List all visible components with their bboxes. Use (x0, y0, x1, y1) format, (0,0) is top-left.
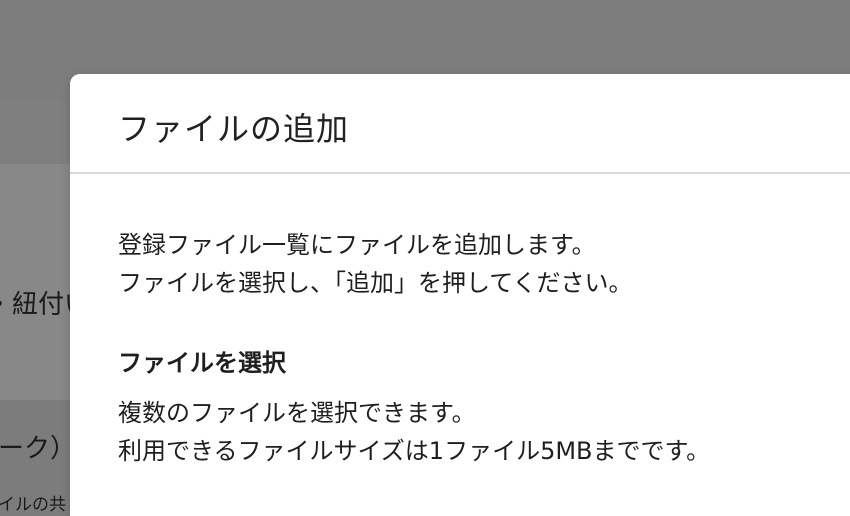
select-file-note-2: 利用できるファイルサイズは1ファイル5MBまでです。 (118, 437, 711, 465)
select-file-heading: ファイルを選択 (118, 349, 286, 377)
screen: ・紐付い ーク） イルの共 ファイルの追加 登録ファイル一覧にファイルを追加しま… (0, 0, 850, 516)
intro-line-1: 登録ファイル一覧にファイルを追加します。 (118, 231, 596, 259)
select-file-note-1: 複数のファイルを選択できます。 (118, 399, 476, 427)
background-text-2: ーク） (0, 434, 77, 464)
add-file-dialog: ファイルの追加 登録ファイル一覧にファイルを追加します。 ファイルを選択し、「追… (70, 74, 850, 516)
dialog-title: ファイルの追加 (118, 110, 350, 148)
background-text-3: イルの共 (0, 495, 66, 515)
intro-line-2: ファイルを選択し、「追加」を押してください。 (118, 269, 633, 297)
dialog-body: 登録ファイル一覧にファイルを追加します。 ファイルを選択し、「追加」を押してくだ… (118, 226, 850, 470)
dialog-header: ファイルの追加 (70, 74, 850, 174)
